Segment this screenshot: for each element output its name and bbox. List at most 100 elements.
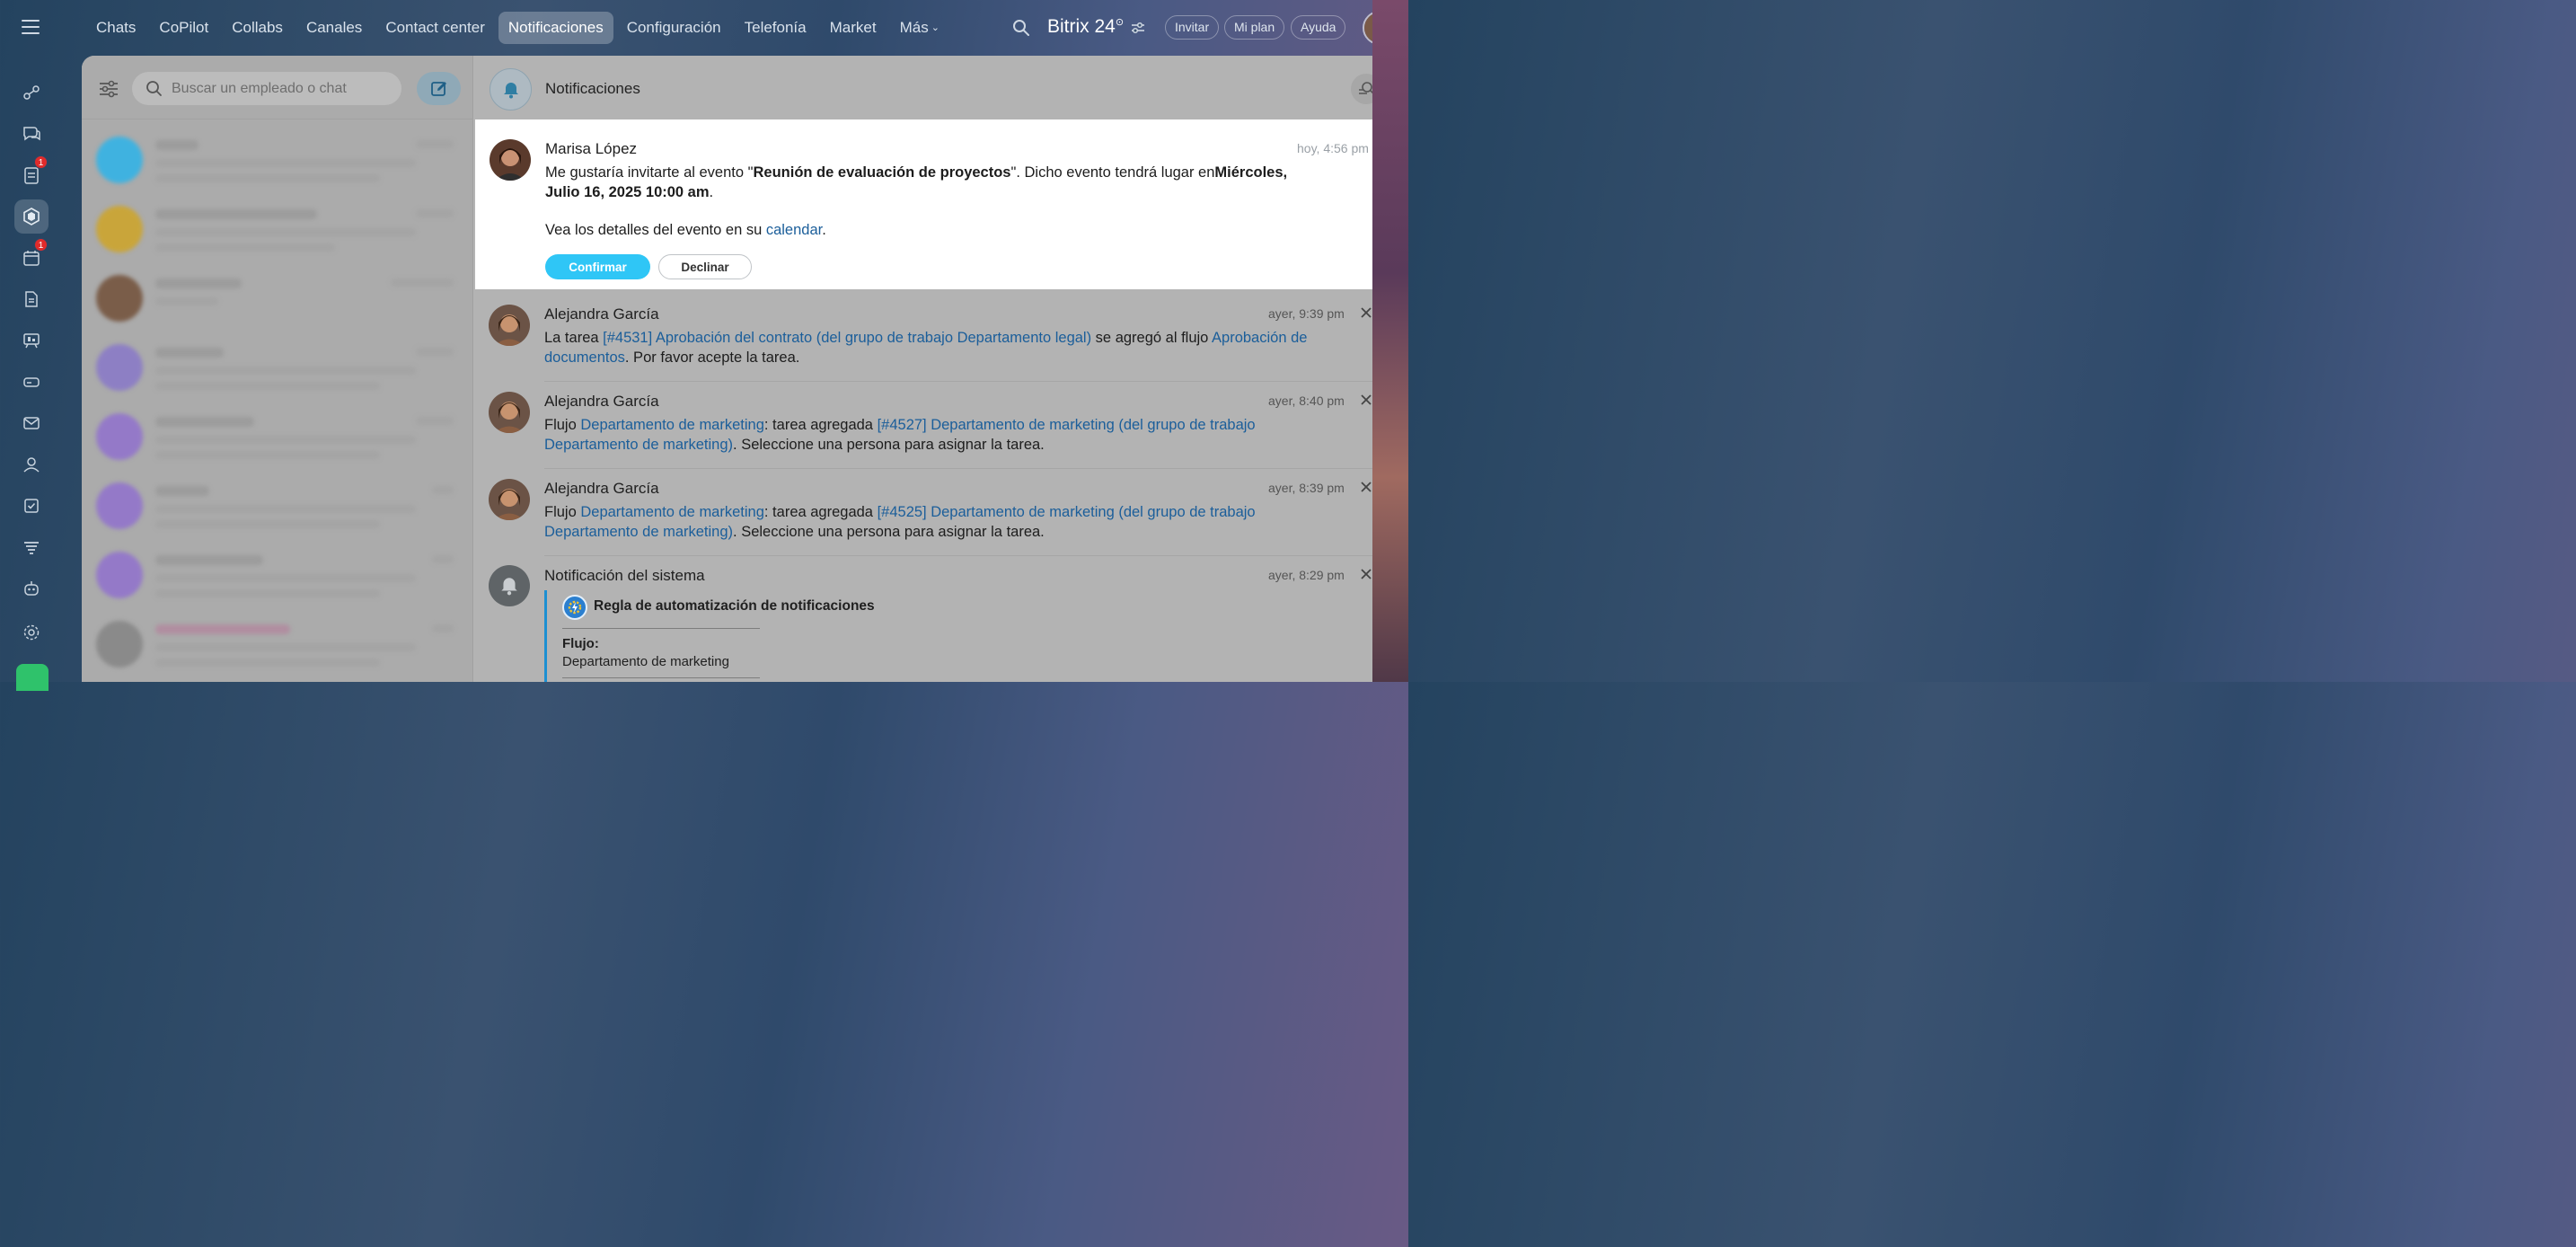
list-item[interactable] [85,126,470,195]
close-icon[interactable] [1360,306,1372,319]
nav-item-telefonia[interactable]: Telefonía [735,12,816,44]
top-bar: Chats CoPilot Collabs Canales Contact ce… [0,0,1408,56]
system-avatar [489,565,530,606]
divider [544,555,1374,556]
notifications-header: Notificaciones [474,56,1396,119]
nav-item-notificaciones[interactable]: Notificaciones [498,12,613,44]
notification-time: ayer, 8:29 pm [1268,568,1345,582]
list-item[interactable] [85,610,470,679]
notification-time: ayer, 8:39 pm [1268,481,1345,495]
avatar[interactable] [490,139,531,181]
rail-board[interactable] [14,323,49,358]
notification-invite: Marisa López hoy, 4:56 pm Me gustaría in… [475,119,1396,289]
close-icon[interactable] [1360,568,1372,580]
new-chat-button[interactable] [417,72,461,105]
chat-icon [23,127,40,141]
rail-bot[interactable] [14,571,49,606]
bell-icon [490,68,532,111]
search-icon [146,81,162,96]
list-item[interactable] [85,264,470,333]
task-link[interactable]: [#4531] Aprobación del contrato (del gru… [603,330,1091,346]
rail-mail[interactable] [14,406,49,440]
notification-author[interactable]: Alejandra García [544,480,659,498]
rail-tasks[interactable]: 1 [14,155,49,192]
text-part: . Seleccione una persona para asignar la… [733,523,1045,540]
contacts-icon [23,457,40,473]
rail-settings[interactable] [14,615,49,650]
rail-chats[interactable] [14,117,49,151]
rocket-icon[interactable] [16,664,49,691]
close-icon[interactable] [1360,394,1372,406]
notification-author[interactable]: Alejandra García [544,393,659,411]
nav-item-chats[interactable]: Chats [86,12,146,44]
notification-details: Vea los detalles del evento en su calend… [545,221,1318,241]
divider [544,381,1374,382]
brand-logo[interactable]: Bitrix 24⊙ [1047,16,1124,38]
rail-funnel[interactable] [14,530,49,564]
hexagon-icon [23,208,40,226]
my-plan-button[interactable]: Mi plan [1224,15,1285,40]
sliders-icon[interactable] [1131,22,1145,34]
flow-link[interactable]: Departamento de marketing [580,504,764,520]
checklist-icon [24,499,39,513]
search-icon[interactable] [1012,19,1030,37]
rail-calendar[interactable]: 1 [14,238,49,275]
notification-time: ayer, 8:40 pm [1268,394,1345,408]
bot-icon [24,581,39,596]
text-part: La tarea [544,330,604,346]
nav-item-mas[interactable]: Más ⌄ [890,12,949,44]
list-item[interactable] [85,541,470,610]
chat-list-header [82,56,473,119]
search-input[interactable] [172,72,387,105]
text-part: : tarea agregada [763,504,878,520]
rail-checklist[interactable] [14,489,49,523]
list-item[interactable] [85,195,470,264]
user-avatar[interactable] [1363,11,1397,45]
text-part: . Seleccione una persona para asignar la… [733,436,1045,453]
brand-name: Bitrix 24 [1047,16,1116,37]
flow-link[interactable]: Departamento de marketing [580,417,764,433]
nav-item-contact-center[interactable]: Contact center [375,12,495,44]
decline-button[interactable]: Declinar [658,254,752,279]
board-icon [23,333,40,349]
nav-item-collabs[interactable]: Collabs [222,12,293,44]
flow-label: Flujo: [562,636,599,651]
notifications-search-button[interactable] [1351,74,1381,104]
text-part: ". Dicho evento tendrá lugar en [1010,164,1215,181]
divider [562,677,760,678]
rail-documents[interactable] [14,282,49,316]
help-button[interactable]: Ayuda [1291,15,1346,40]
invite-button[interactable]: Invitar [1165,15,1220,40]
menu-icon[interactable] [22,20,40,34]
avatar[interactable] [489,479,530,520]
rail-drive[interactable] [14,365,49,399]
calendar-link[interactable]: calendar [766,222,822,238]
main-nav: Chats CoPilot Collabs Canales Contact ce… [86,12,953,44]
nav-item-copilot[interactable]: CoPilot [149,12,218,44]
chevron-down-icon: ⌄ [931,22,940,33]
nav-item-configuracion[interactable]: Configuración [617,12,731,44]
list-item[interactable] [85,472,470,541]
automation-icon [562,595,587,620]
panel-title: Notificaciones [545,80,640,97]
text-part: : tarea agregada [763,417,878,433]
nav-item-market[interactable]: Market [820,12,887,44]
funnel-icon [24,542,39,554]
rail-contacts[interactable] [14,447,49,482]
notification-text: Me gustaría invitarte al evento "Reunión… [545,164,1318,202]
close-icon[interactable] [1360,481,1372,493]
rail-activity[interactable] [14,75,49,110]
notification-time: ayer, 9:39 pm [1268,306,1345,321]
avatar[interactable] [489,392,530,433]
rail-hexagon[interactable] [14,199,49,234]
list-item[interactable] [85,402,470,472]
filter-icon[interactable] [99,80,119,98]
notification-author[interactable]: Marisa López [545,140,637,158]
text-part: . Por favor acepte la tarea. [624,349,800,366]
confirm-button[interactable]: Confirmar [545,254,650,279]
notification-text: La tarea [#4531] Aprobación del contrato… [544,329,1317,367]
list-item[interactable] [85,333,470,402]
avatar[interactable] [489,305,530,346]
nav-item-canales[interactable]: Canales [296,12,372,44]
notification-author[interactable]: Alejandra García [544,305,659,323]
